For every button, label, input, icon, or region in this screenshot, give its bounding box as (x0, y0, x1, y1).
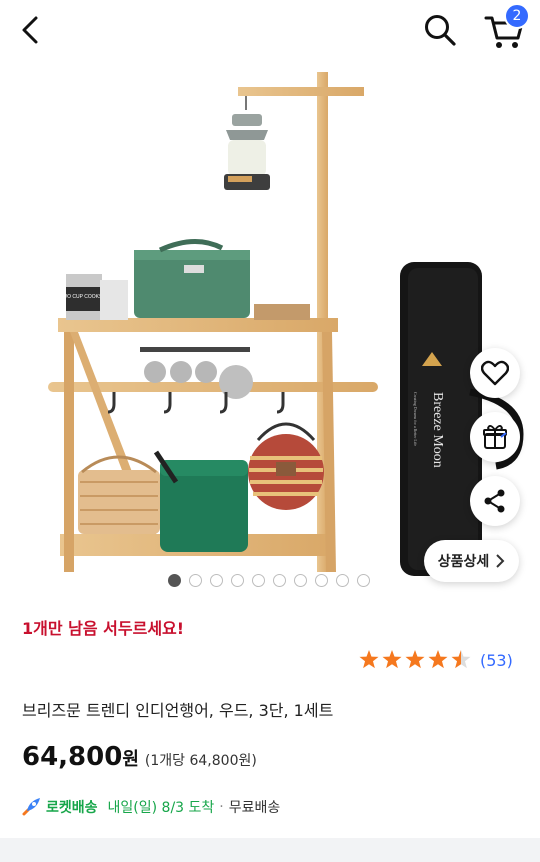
gift-icon (483, 425, 507, 449)
back-button[interactable] (14, 12, 50, 48)
product-detail-page: 2 TWO CUP COOKSET Breeze Moon Creating D… (0, 0, 540, 862)
star-icon (405, 650, 425, 669)
rating-summary[interactable]: (53) (358, 649, 513, 671)
section-divider (0, 838, 540, 862)
pagination-dot[interactable] (252, 574, 265, 587)
pagination-dot[interactable] (273, 574, 286, 587)
star-icon (359, 650, 379, 669)
bag-brand-label: Breeze Moon (430, 392, 445, 468)
pagination-dot[interactable] (168, 574, 181, 587)
product-image-gallery[interactable]: TWO CUP COOKSET Breeze Moon Creating Dre… (0, 62, 540, 592)
share-button[interactable] (470, 476, 520, 526)
heart-icon (481, 360, 509, 386)
sale-price: 64,800 (22, 742, 123, 772)
cart-count-badge: 2 (504, 3, 530, 29)
delivery-info: 로켓배송 내일(일) 8/3 도착 · 무료배송 (20, 796, 280, 818)
rocket-icon (22, 798, 40, 816)
pagination-dot[interactable] (315, 574, 328, 587)
separator-dot: · (219, 799, 224, 815)
share-icon (484, 489, 505, 513)
product-title: 브리즈문 트렌디 인디언행어, 우드, 3단, 1세트 (22, 701, 334, 720)
gift-button[interactable] (470, 412, 520, 462)
search-button[interactable] (420, 10, 460, 50)
star-icon (382, 650, 402, 669)
pagination-dot[interactable] (336, 574, 349, 587)
stock-urgency-text: 1개만 남음 서두르세요! (22, 619, 185, 638)
star-icon (428, 650, 448, 669)
pagination-dot[interactable] (210, 574, 223, 587)
price-row: 64,800 원 (1개당 64,800원) (22, 742, 257, 772)
chevron-left-icon (22, 16, 38, 44)
pagination-dot[interactable] (357, 574, 370, 587)
gallery-pagination[interactable] (168, 574, 370, 587)
unit-price: (1개당 64,800원) (144, 753, 257, 769)
pagination-dot[interactable] (231, 574, 244, 587)
product-image: TWO CUP COOKSET Breeze Moon Creating Dre… (48, 72, 524, 576)
top-bar: 2 (0, 0, 540, 60)
review-count-link[interactable]: (53) (480, 651, 513, 670)
bag-tagline: Creating Dreams for a Better Life (413, 392, 418, 446)
free-shipping-text: 무료배송 (228, 800, 281, 816)
wishlist-button[interactable] (470, 348, 520, 398)
star-rating (359, 650, 471, 669)
arrival-date: 내일(일) 8/3 도착 (107, 800, 215, 816)
chevron-right-icon (496, 554, 505, 568)
product-detail-button[interactable]: 상품상세 (424, 540, 519, 582)
search-icon (425, 15, 456, 46)
pagination-dot[interactable] (294, 574, 307, 587)
star-icon (451, 650, 471, 669)
product-detail-label: 상품상세 (437, 554, 490, 570)
rocket-delivery-badge: 로켓배송 (46, 800, 98, 816)
price-currency: 원 (122, 749, 139, 770)
pagination-dot[interactable] (189, 574, 202, 587)
